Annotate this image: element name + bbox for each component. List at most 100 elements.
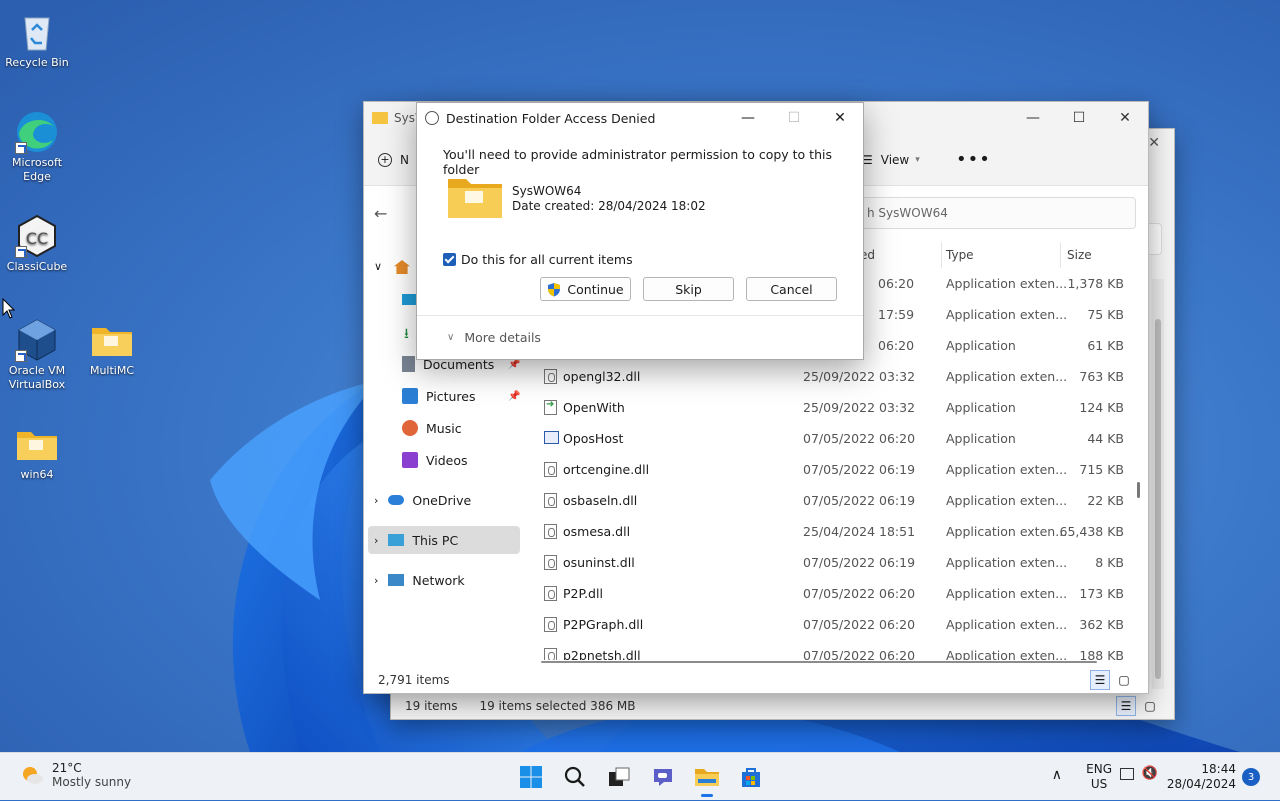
cancel-button[interactable]: Cancel <box>746 277 837 301</box>
desktop-icon-edge[interactable]: Microsoft Edge <box>0 110 74 184</box>
network-status-icon[interactable] <box>1120 768 1134 780</box>
tiles-view-icon[interactable]: ▢ <box>1140 696 1160 716</box>
language-indicator[interactable]: ENG US <box>1086 762 1112 792</box>
dialog-title-bar[interactable]: Destination Folder Access Denied — ☐ ✕ <box>417 103 863 133</box>
shortcut-arrow-icon <box>15 246 27 258</box>
more-options-icon[interactable]: ••• <box>956 149 991 170</box>
desktop-icon-classicube[interactable]: CC ClassiCube <box>0 214 74 274</box>
desktop-icon-win64[interactable]: win64 <box>0 422 74 482</box>
scrollbar-track[interactable] <box>1137 242 1140 652</box>
weather-widget[interactable]: 21°C Mostly sunny <box>20 761 131 789</box>
close-button[interactable]: ✕ <box>817 103 863 133</box>
view-button[interactable]: ☰ View ▾ <box>862 153 920 167</box>
file-size: 1,378 KB <box>1067 276 1124 291</box>
speaker-muted-icon[interactable]: 🔇 <box>1142 766 1158 781</box>
continue-button[interactable]: Continue <box>540 277 631 301</box>
file-name: P2P.dll <box>563 586 603 601</box>
weather-temperature: 21°C <box>52 761 82 775</box>
chevron-right-icon: › <box>374 533 379 547</box>
table-row[interactable]: osbaseln.dll 07/05/2022 06:19 Application … <box>526 485 1136 516</box>
details-view-icon[interactable]: ☰ <box>1116 696 1136 716</box>
more-details-toggle[interactable]: ∨ More details <box>417 315 863 359</box>
computer-icon <box>388 534 405 546</box>
search-input[interactable]: h SysWOW64 <box>854 197 1136 229</box>
table-row[interactable]: ortcengine.dll 07/05/2022 06:19 Applicatio… <box>526 454 1136 485</box>
table-row[interactable]: osmesa.dll 25/04/2024 18:51 Application ex… <box>526 516 1136 547</box>
access-denied-dialog[interactable]: Destination Folder Access Denied — ☐ ✕ Y… <box>416 102 864 360</box>
chat-button[interactable] <box>648 762 678 792</box>
file-type: Application exten... <box>946 617 1068 632</box>
chevron-up-icon[interactable]: ∧ <box>1052 767 1062 783</box>
details-view-icon[interactable]: ☰ <box>1090 670 1110 690</box>
table-row[interactable]: OposHost 07/05/2022 06:20 Application 44 KB <box>526 423 1136 454</box>
file-type: Application exten... <box>946 462 1068 477</box>
close-icon[interactable]: ✕ <box>1148 135 1160 151</box>
search-button[interactable] <box>560 762 590 792</box>
dll-file-icon <box>544 524 557 539</box>
nav-label: This PC <box>412 532 459 548</box>
dll-file-icon <box>544 648 557 660</box>
file-name: opengl32.dll <box>563 369 641 384</box>
folder-icon <box>15 422 59 466</box>
home-icon[interactable] <box>394 260 410 274</box>
file-size: 8 KB <box>1095 555 1124 570</box>
file-size: 65,438 KB <box>1059 524 1124 539</box>
desktop-icon-multimc[interactable]: MultiMC <box>75 318 149 378</box>
close-button[interactable]: ✕ <box>1102 102 1148 134</box>
file-date: 25/09/2022 03:32 <box>803 400 916 415</box>
nav-item-network[interactable]: › Network <box>374 566 524 594</box>
dll-file-icon <box>544 462 557 477</box>
table-row[interactable]: p2pnetsh.dll 07/05/2022 06:20 Application … <box>526 640 1136 660</box>
back-arrow-icon[interactable]: ← <box>374 204 387 223</box>
desktop-icon-recycle-bin[interactable]: Recycle Bin <box>0 10 74 70</box>
table-row[interactable]: P2PGraph.dll 07/05/2022 06:20 Application … <box>526 609 1136 640</box>
table-row[interactable]: OpenWith 25/09/2022 03:32 Application 124 K… <box>526 392 1136 423</box>
scrollbar-thumb[interactable] <box>1155 319 1161 679</box>
desktop-icon-label: Microsoft Edge <box>11 156 63 183</box>
chevron-right-icon: › <box>374 573 379 587</box>
file-explorer-button[interactable] <box>692 762 722 797</box>
file-type: Application exten... <box>946 307 1068 322</box>
column-header-size[interactable]: Size <box>1067 248 1092 262</box>
minimize-button[interactable]: — <box>725 103 771 133</box>
desktop-folder-icon[interactable] <box>402 294 416 305</box>
pin-icon[interactable]: 📌 <box>508 391 520 402</box>
nav-item-this-pc[interactable]: › This PC <box>368 526 520 554</box>
tiles-view-icon[interactable]: ▢ <box>1114 670 1134 690</box>
table-row[interactable]: P2P.dll 07/05/2022 06:20 Application exten… <box>526 578 1136 609</box>
skip-button[interactable]: Skip <box>643 277 734 301</box>
cancel-button-label: Cancel <box>770 281 813 297</box>
nav-item-onedrive[interactable]: › OneDrive <box>374 486 524 514</box>
table-row[interactable]: opengl32.dll 25/09/2022 03:32 Application … <box>526 361 1136 392</box>
windows-logo-icon <box>520 766 542 788</box>
sun-cloud-icon <box>23 767 43 784</box>
store-icon <box>742 768 760 787</box>
pin-icon[interactable]: 📌 <box>508 359 520 370</box>
chevron-down-icon[interactable]: ∨ <box>374 260 382 273</box>
apply-all-checkbox[interactable]: Do this for all current items <box>443 252 633 267</box>
maximize-button[interactable]: ☐ <box>1056 102 1102 134</box>
file-name: osuninst.dll <box>563 555 635 570</box>
column-header-type[interactable]: Type <box>946 248 974 262</box>
scrollbar-track[interactable] <box>1152 279 1164 689</box>
maximize-button: ☐ <box>787 110 801 126</box>
minimize-button[interactable]: — <box>1010 102 1056 134</box>
new-button[interactable]: + N <box>378 152 409 167</box>
nav-label: Music <box>426 420 462 436</box>
notification-badge[interactable]: 3 <box>1242 768 1260 786</box>
task-view-icon <box>609 767 630 786</box>
checkbox-checked-icon[interactable] <box>443 253 456 266</box>
downloads-icon[interactable]: ⭳ <box>404 323 409 347</box>
scrollbar-thumb[interactable] <box>1137 482 1140 498</box>
file-size: 188 KB <box>1079 648 1124 660</box>
store-button[interactable] <box>736 762 766 792</box>
clock[interactable]: 18:44 28/04/2024 <box>1167 762 1236 792</box>
table-row[interactable]: osuninst.dll 07/05/2022 06:19 Application … <box>526 547 1136 578</box>
task-view-button[interactable] <box>604 762 634 792</box>
horizontal-scrollbar[interactable] <box>541 661 1097 663</box>
dll-file-icon <box>544 617 557 632</box>
weather-condition: Mostly sunny <box>52 775 132 789</box>
chat-icon <box>654 769 672 786</box>
start-button[interactable] <box>516 762 546 792</box>
desktop-icon-virtualbox[interactable]: Oracle VM VirtualBox <box>0 318 74 392</box>
